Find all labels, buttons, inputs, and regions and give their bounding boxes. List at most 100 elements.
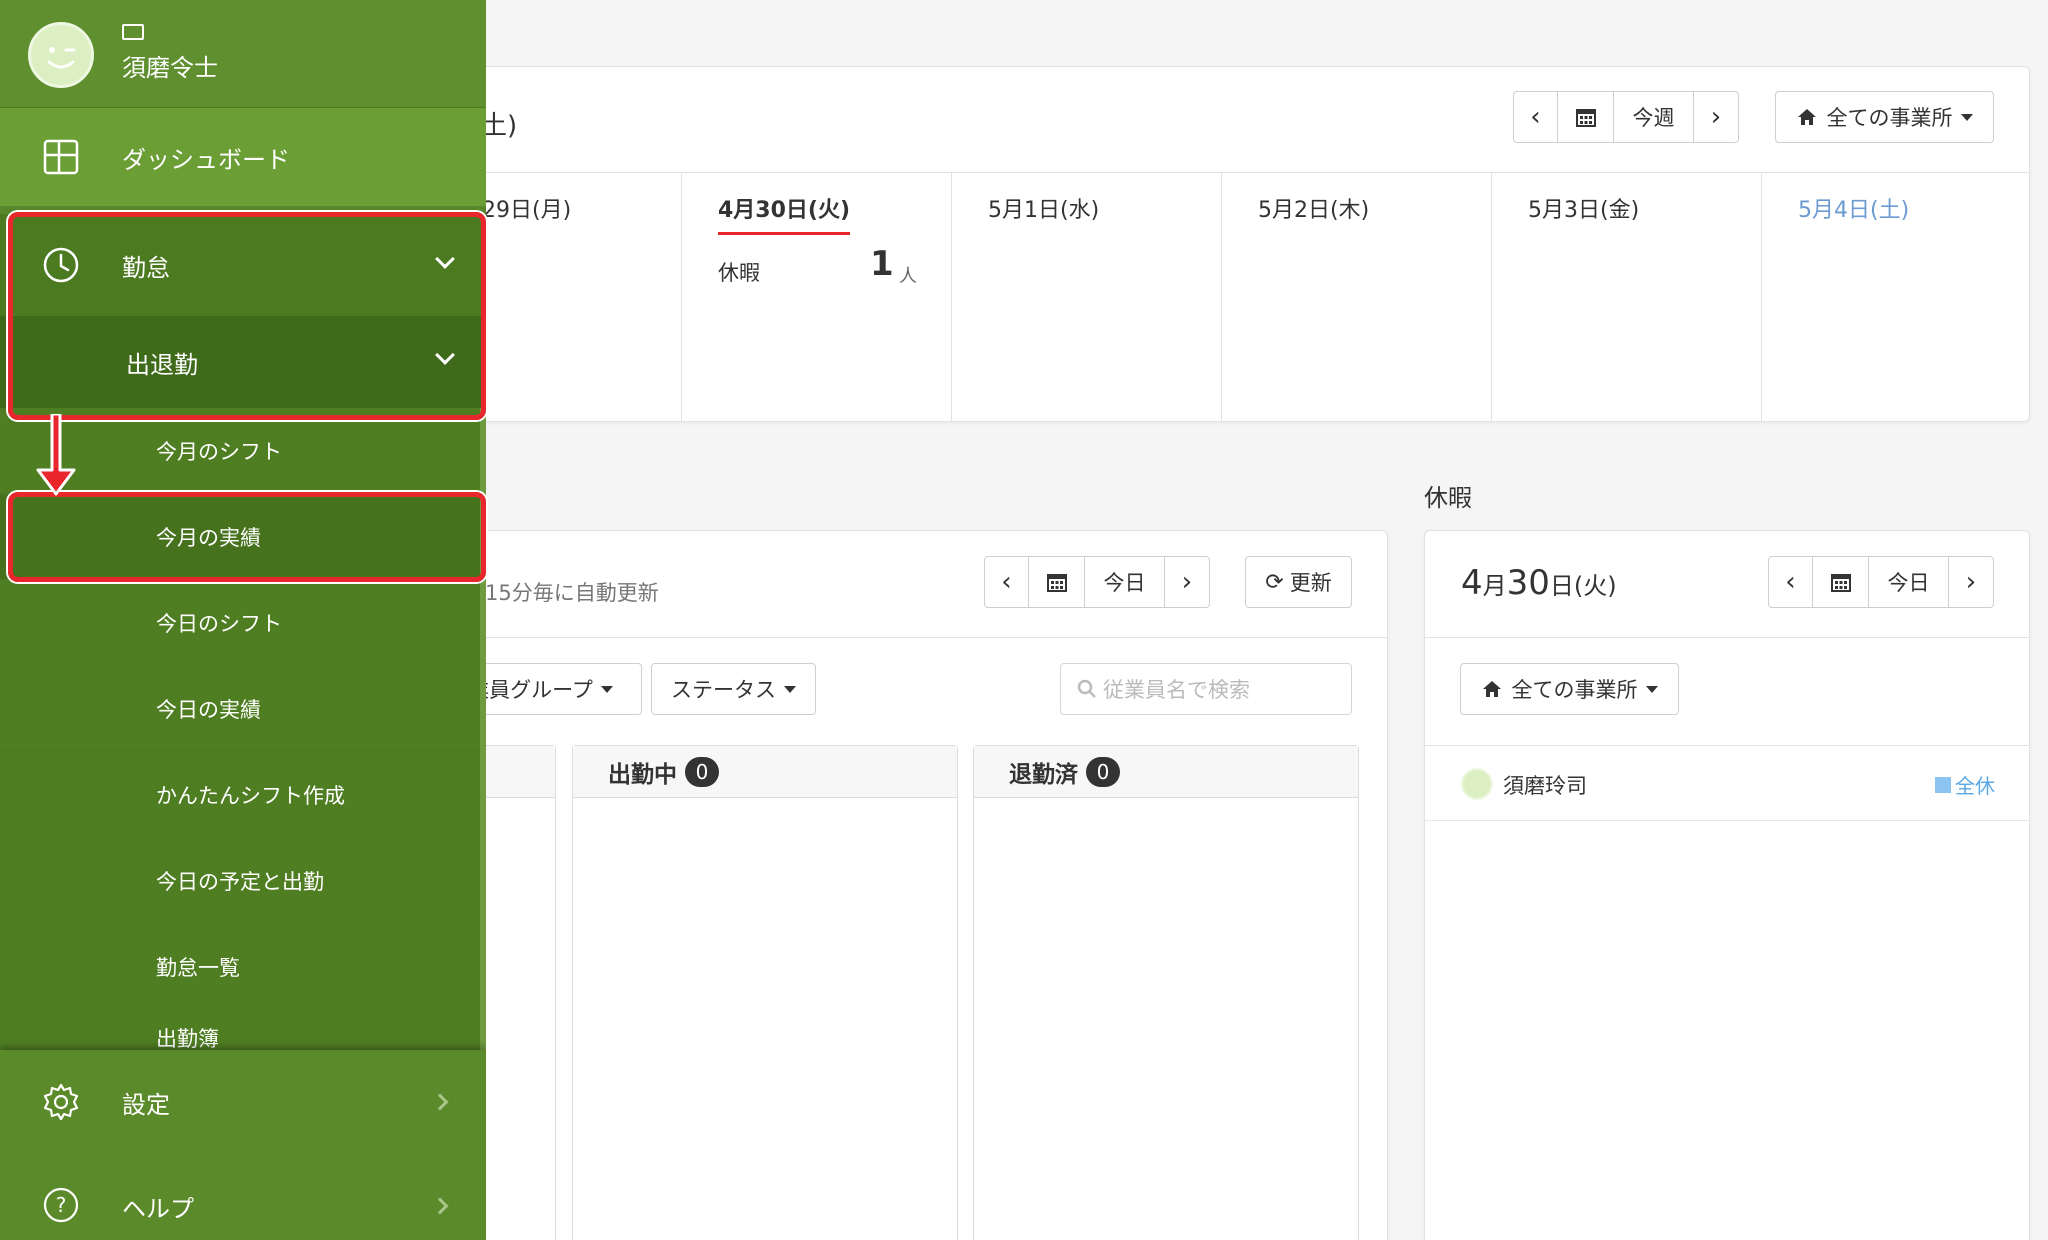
sidebar-sub-item[interactable]: 今日の予定と出勤 xyxy=(0,838,480,924)
search-icon xyxy=(1077,679,1096,698)
chevron-right-icon xyxy=(431,1197,449,1215)
gear-icon xyxy=(43,1083,79,1121)
day-label: 5月1日(水) xyxy=(988,198,1100,223)
sidebar-item-label: 設定 xyxy=(122,1090,170,1119)
today-divider xyxy=(441,637,1387,638)
count-badge: 0 xyxy=(1086,756,1120,787)
today-button[interactable]: 今日 xyxy=(1869,557,1949,607)
smiley-icon xyxy=(47,47,76,69)
calendar-button[interactable] xyxy=(1558,92,1614,142)
column-header: 出勤中 0 xyxy=(573,746,957,798)
day-label: 5月3日(金) xyxy=(1528,198,1640,223)
prev-day-button[interactable]: ‹ xyxy=(985,557,1029,607)
calendar-icon xyxy=(1575,109,1596,127)
day-col[interactable]: 5月3日(金) xyxy=(1491,172,1761,422)
dashboard-icon xyxy=(43,139,79,175)
sidebar-sub-item[interactable]: 今日のシフト xyxy=(0,580,480,666)
caret-down-icon xyxy=(784,685,796,693)
avatar xyxy=(28,22,94,88)
day-col[interactable]: 5月2日(木) xyxy=(1221,172,1491,422)
leave-card: 4 月 30 日(火) 須磨玲司 全休 xyxy=(1424,530,2030,1240)
day-label-today: 4月30日(火) xyxy=(718,192,851,235)
home-icon xyxy=(1482,681,1501,697)
leave-date: 4 月 30 日(火) xyxy=(1461,563,1617,603)
status-column-working: 出勤中 0 xyxy=(572,745,958,1240)
column-title: 出勤中 xyxy=(608,761,677,788)
sidebar: 須磨令士 ダッシュボード 勤怠 出退勤 今月のシフト 今月の実績 今日のシフト … xyxy=(0,0,486,1240)
sidebar-user[interactable]: 須磨令士 xyxy=(0,0,486,108)
calendar-icon xyxy=(1046,574,1067,592)
calendar-icon xyxy=(1830,574,1851,592)
leave-stat-value: 1 xyxy=(870,244,894,284)
column-title: 退勤済 xyxy=(1009,761,1078,788)
office-filter-label: 全ての事業所 xyxy=(1826,106,1953,130)
avatar xyxy=(1461,768,1493,800)
caret-down-icon xyxy=(1960,113,1973,121)
highlight-box-attendance xyxy=(8,212,486,420)
day-label-saturday: 5月4日(土) xyxy=(1798,198,1910,223)
status-filter[interactable]: ステータス xyxy=(651,663,816,715)
day-col[interactable]: 5月4日(土) xyxy=(1761,172,2030,422)
home-icon xyxy=(1797,109,1816,125)
help-icon: ? xyxy=(43,1187,79,1223)
today-nav: ‹ 今日 › xyxy=(984,556,1210,608)
refresh-button[interactable]: ⟳ 更新 xyxy=(1245,556,1352,608)
week-nav: ‹ 今週 › xyxy=(1513,91,1739,143)
day-label: 29日(月) xyxy=(482,198,572,223)
calendar-button[interactable] xyxy=(1029,557,1085,607)
auto-refresh-text: 15分毎に自動更新 xyxy=(485,581,659,605)
sidebar-sub-item[interactable]: かんたんシフト作成 xyxy=(0,752,480,838)
leave-date-suffix: 日(火) xyxy=(1549,572,1617,600)
sidebar-item-settings[interactable]: 設定 xyxy=(0,1050,486,1154)
user-name: 須磨令士 xyxy=(122,54,218,82)
leave-stat-unit: 人 xyxy=(899,266,917,287)
prev-day-button[interactable]: ‹ xyxy=(1769,557,1813,607)
refresh-label: 更新 xyxy=(1289,571,1332,595)
leave-date-month: 月 xyxy=(1482,572,1507,600)
chevron-right-icon xyxy=(431,1093,449,1111)
leave-badge: 全休 xyxy=(1935,770,1995,799)
highlight-box-monthly-actual xyxy=(8,492,486,582)
caret-down-icon xyxy=(1645,685,1658,693)
office-filter-week[interactable]: 全ての事業所 xyxy=(1775,91,1994,143)
day-label: 5月2日(木) xyxy=(1258,198,1370,223)
id-card-icon xyxy=(122,24,144,40)
leave-entry-name: 須磨玲司 xyxy=(1503,774,1587,798)
calendar-button[interactable] xyxy=(1813,557,1869,607)
sidebar-item-label: ダッシュボード xyxy=(122,145,290,174)
sidebar-sub-item[interactable]: 勤怠一覧 xyxy=(0,924,480,1010)
leave-nav: ‹ 今日 › xyxy=(1768,556,1994,608)
employee-search-input[interactable]: 従業員名で検索 xyxy=(1060,663,1352,715)
refresh-icon: ⟳ xyxy=(1265,569,1284,595)
down-arrow-icon xyxy=(36,414,76,496)
leave-stat-label: 休暇 xyxy=(718,261,760,285)
count-badge: 0 xyxy=(685,756,719,787)
sidebar-item-dashboard[interactable]: ダッシュボード xyxy=(0,108,486,206)
office-filter-label: 全ての事業所 xyxy=(1511,678,1638,702)
group-filter-label: 業員グループ xyxy=(468,678,593,702)
status-filter-label: ステータス xyxy=(671,678,776,702)
day-col[interactable]: 4月30日(火) 休暇 1 人 xyxy=(681,172,951,422)
sidebar-sub-item[interactable]: 出勤簿 xyxy=(0,1010,480,1050)
this-week-button[interactable]: 今週 xyxy=(1614,92,1694,142)
leave-section-title: 休暇 xyxy=(1424,484,1472,512)
next-day-button[interactable]: › xyxy=(1165,557,1209,607)
badge-square-icon xyxy=(1935,776,1951,793)
caret-down-icon xyxy=(600,685,613,693)
week-title: 土) xyxy=(481,111,518,141)
sidebar-sub-item[interactable]: 今日の実績 xyxy=(0,666,480,752)
status-column-left: 退勤済 0 xyxy=(973,745,1359,1240)
prev-week-button[interactable]: ‹ xyxy=(1514,92,1558,142)
office-filter-leave[interactable]: 全ての事業所 xyxy=(1460,663,1679,715)
today-button[interactable]: 今日 xyxy=(1085,557,1165,607)
leave-badge-label: 全休 xyxy=(1955,774,1995,798)
search-placeholder: 従業員名で検索 xyxy=(1103,678,1250,702)
leave-date-month-num: 4 xyxy=(1461,563,1483,603)
day-col[interactable]: 5月1日(水) xyxy=(951,172,1221,422)
next-week-button[interactable]: › xyxy=(1694,92,1738,142)
next-day-button[interactable]: › xyxy=(1949,557,1993,607)
sidebar-item-help[interactable]: ? ヘルプ xyxy=(0,1154,486,1240)
sidebar-item-label: ヘルプ xyxy=(122,1194,194,1223)
leave-entry[interactable]: 須磨玲司 全休 xyxy=(1425,746,2029,821)
column-header: 退勤済 0 xyxy=(974,746,1358,798)
